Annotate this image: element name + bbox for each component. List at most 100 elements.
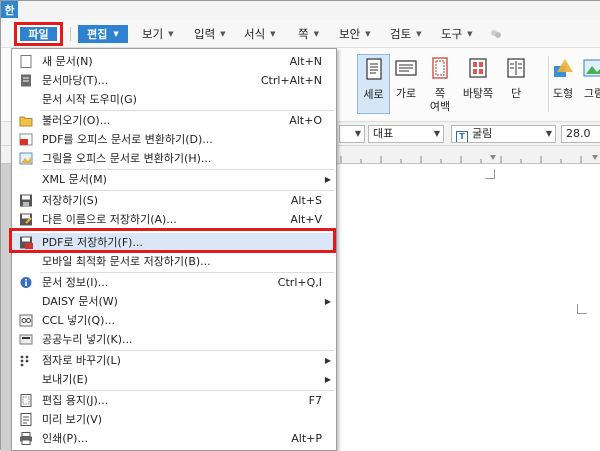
landscape-page-icon [395, 60, 417, 76]
menu-view[interactable]: 보기 ▼ [142, 25, 174, 43]
ribbon-landscape-label: 가로 [395, 87, 417, 100]
columns-icon [507, 58, 525, 78]
menu-item-daisy-document[interactable]: DAISY 문서(W) ▶ [12, 292, 336, 311]
menu-item-image-to-office[interactable]: 그림을 오피스 문서로 변환하기(H)... [12, 149, 336, 168]
chevron-down-icon: ▼ [113, 30, 119, 38]
menu-review[interactable]: 검토 ▼ [390, 25, 422, 43]
menu-item-save-mobile[interactable]: 모바일 최적화 문서로 저장하기(B)... [12, 252, 336, 271]
chevron-down-icon: ▼ [545, 129, 552, 138]
menu-item-print-preview[interactable]: 미리 보기(V) [12, 410, 336, 429]
chevron-down-icon: ▼ [313, 30, 319, 38]
font-size-input[interactable]: 28.0 [561, 125, 600, 143]
margin-corner-mark [577, 304, 587, 314]
menu-tools[interactable]: 도구 ▼ [441, 25, 473, 43]
save-icon [20, 194, 32, 207]
ribbon-divider [548, 56, 549, 112]
page-margins-icon [432, 57, 448, 79]
menu-item-label: XML 문서(M) [42, 173, 107, 186]
menu-insert[interactable]: 입력 ▼ [194, 25, 226, 43]
margin-corner-mark [485, 169, 495, 179]
submenu-arrow-icon: ▶ [324, 356, 331, 365]
menu-item-save-as[interactable]: 다른 이름으로 저장하기(A)... Alt+V [12, 210, 336, 229]
font-size-value: 28.0 [566, 127, 591, 140]
menu-file-label: 파일 [20, 27, 57, 41]
menu-item-label: 인쇄(P)... [42, 432, 88, 445]
style-select-value: 대표 [373, 127, 394, 140]
menu-item-label: 미리 보기(V) [42, 413, 103, 426]
title-bar: 한 [1, 1, 600, 20]
master-page-icon [469, 58, 487, 78]
menu-edit-label: 편집 [87, 28, 108, 41]
menu-item-start-wizard[interactable]: 문서 시작 도우미(G) [12, 90, 336, 109]
indent-marker-icon [490, 155, 496, 160]
font-select[interactable]: T 굴림 ▼ [451, 125, 556, 143]
menu-item-open[interactable]: 불러오기(O)... Alt+O [12, 111, 336, 130]
menu-item-shortcut: Alt+O [289, 114, 322, 127]
menu-item-template[interactable]: 문서마당(T)... Ctrl+Alt+N [12, 71, 336, 90]
ribbon-master-page-button[interactable]: 바탕쪽 [459, 54, 497, 114]
menu-item-shortcut: Ctrl+Alt+N [260, 74, 322, 87]
menu-item-page-setup[interactable]: 편집 용지(J)... F7 [12, 391, 336, 410]
plugin-icon[interactable] [490, 28, 502, 40]
ribbon-shapes-button[interactable]: 도형 [550, 54, 576, 114]
ribbon-margins-sublabel: 여백 [429, 100, 451, 113]
kogl-icon [19, 334, 33, 345]
submenu-arrow-icon: ▶ [324, 297, 331, 306]
ribbon-portrait-button[interactable]: 세로 [357, 54, 390, 114]
ccl-icon [19, 314, 33, 327]
menu-edit[interactable]: 편집 ▼ [78, 25, 128, 43]
menu-item-label: 새 문서(N) [42, 55, 93, 68]
menu-item-label: 모바일 최적화 문서로 저장하기(B)... [42, 255, 211, 268]
menu-item-print[interactable]: 인쇄(P)... Alt+P [12, 429, 336, 448]
font-type-icon: T [456, 131, 468, 142]
info-icon [20, 277, 32, 288]
menu-item-shortcut: Ctrl+Q,I [277, 276, 322, 289]
page-setup-icon [20, 394, 32, 407]
menu-item-label: 보내기(E) [42, 373, 88, 386]
hwp-app-icon[interactable]: 한 [1, 1, 18, 18]
ribbon-margins-button[interactable]: 쪽 여백 [425, 54, 455, 114]
menu-item-label: 편집 용지(J)... [42, 394, 109, 407]
folder-open-icon [19, 116, 33, 127]
menu-security-label: 보안 [339, 27, 361, 41]
document-page[interactable] [337, 164, 600, 451]
ribbon-picture-button[interactable]: 그림 [581, 54, 600, 114]
chevron-down-icon: ▼ [365, 30, 371, 38]
menu-item-new-document[interactable]: 새 문서(N) Alt+N [12, 52, 336, 71]
ribbon-columns-label: 단 [510, 87, 522, 100]
ribbon-shapes-label: 도형 [552, 87, 574, 100]
menu-item-save[interactable]: 저장하기(S) Alt+S [12, 191, 336, 210]
picture-icon [583, 59, 600, 77]
highlight-annotation-box [9, 228, 336, 253]
menu-item-pdf-to-office[interactable]: PDF를 오피스 문서로 변환하기(D)... [12, 130, 336, 149]
menu-item-insert-ccl[interactable]: CCL 넣기(Q)... [12, 311, 336, 330]
menu-item-label: 그림을 오피스 문서로 변환하기(H)... [42, 152, 212, 165]
menu-file[interactable]: 파일 [14, 22, 63, 46]
chevron-down-icon: ▼ [354, 129, 361, 138]
menu-format[interactable]: 서식 ▼ [244, 25, 276, 43]
menu-item-insert-kogl[interactable]: 공공누리 넣기(K)... [12, 330, 336, 349]
chevron-down-icon: ▼ [467, 30, 473, 38]
style-select[interactable]: 대표 ▼ [368, 125, 444, 143]
menu-item-label: 불러오기(O)... [42, 114, 111, 127]
menu-review-label: 검토 [390, 27, 412, 41]
menu-item-braille[interactable]: 점자로 바꾸기(L) ▶ [12, 351, 336, 370]
menu-security[interactable]: 보안 ▼ [339, 25, 371, 43]
ribbon-margins-label: 쪽 [434, 87, 446, 100]
image-convert-icon [19, 152, 33, 165]
ribbon-columns-button[interactable]: 단 [503, 54, 529, 114]
menu-bar: 파일 편집 ▼ 보기 ▼ 입력 ▼ 서식 ▼ 쪽 ▼ 보안 ▼ 검토 ▼ 도구 ▼ [1, 20, 600, 48]
style-dropdown-tail[interactable]: ▼ [339, 125, 365, 143]
menu-item-xml-document[interactable]: XML 문서(M) ▶ [12, 170, 336, 189]
menu-insert-label: 입력 [194, 27, 216, 41]
chevron-down-icon: ▼ [270, 30, 276, 38]
pdf-convert-icon [19, 133, 33, 146]
menu-page[interactable]: 쪽 ▼ [298, 25, 319, 43]
ribbon-landscape-button[interactable]: 가로 [392, 54, 420, 114]
save-as-icon [20, 213, 32, 226]
menu-item-send[interactable]: 보내기(E) ▶ [12, 370, 336, 389]
submenu-arrow-icon: ▶ [324, 375, 331, 384]
menu-item-document-info[interactable]: 문서 정보(I)... Ctrl+Q,I [12, 273, 336, 292]
menu-item-label: 문서 정보(I)... [42, 276, 109, 289]
print-icon [20, 432, 32, 445]
